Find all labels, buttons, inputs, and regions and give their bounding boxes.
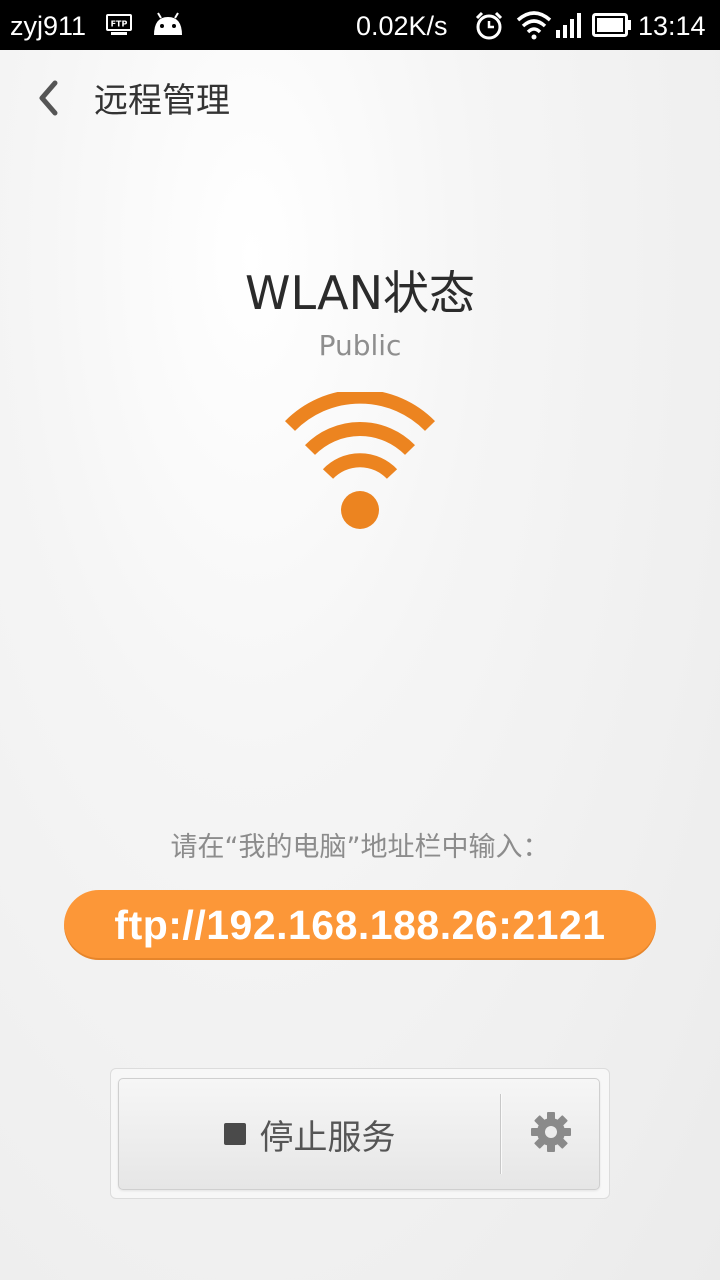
- stop-square-icon: [223, 1123, 246, 1145]
- net-speed: 0.02K/s: [356, 11, 448, 41]
- android-icon: [150, 11, 186, 44]
- settings-button[interactable]: [502, 1079, 599, 1189]
- wifi-signal-icon: [516, 10, 552, 47]
- ftp-icon: FTP: [106, 12, 132, 43]
- gear-icon: [530, 1111, 572, 1157]
- wifi-icon: [276, 389, 444, 536]
- wlan-status-title: WLAN状态: [244, 266, 476, 320]
- ftp-address: ftp://192.168.188.26:2121: [64, 890, 656, 960]
- stop-service-button[interactable]: 停止服务: [119, 1079, 500, 1189]
- stop-service-label: 停止服务: [259, 1117, 396, 1158]
- clock: 13:14: [638, 11, 706, 41]
- battery-icon: [592, 13, 632, 44]
- status-bar: zyj911 FTP 0.02K/s 13:14: [0, 0, 720, 50]
- svg-text:FTP: FTP: [111, 20, 128, 29]
- page-title: 远程管理: [94, 81, 230, 121]
- back-button[interactable]: [22, 74, 74, 126]
- cell-signal-icon: [554, 12, 584, 45]
- app-header: 远程管理: [0, 50, 720, 152]
- alarm-icon: [474, 11, 504, 48]
- status-user: zyj911: [10, 11, 87, 41]
- chevron-left-icon: [36, 80, 60, 120]
- network-name: Public: [318, 329, 402, 362]
- connect-instruction: 请在“我的电脑”地址栏中输入：: [170, 832, 550, 863]
